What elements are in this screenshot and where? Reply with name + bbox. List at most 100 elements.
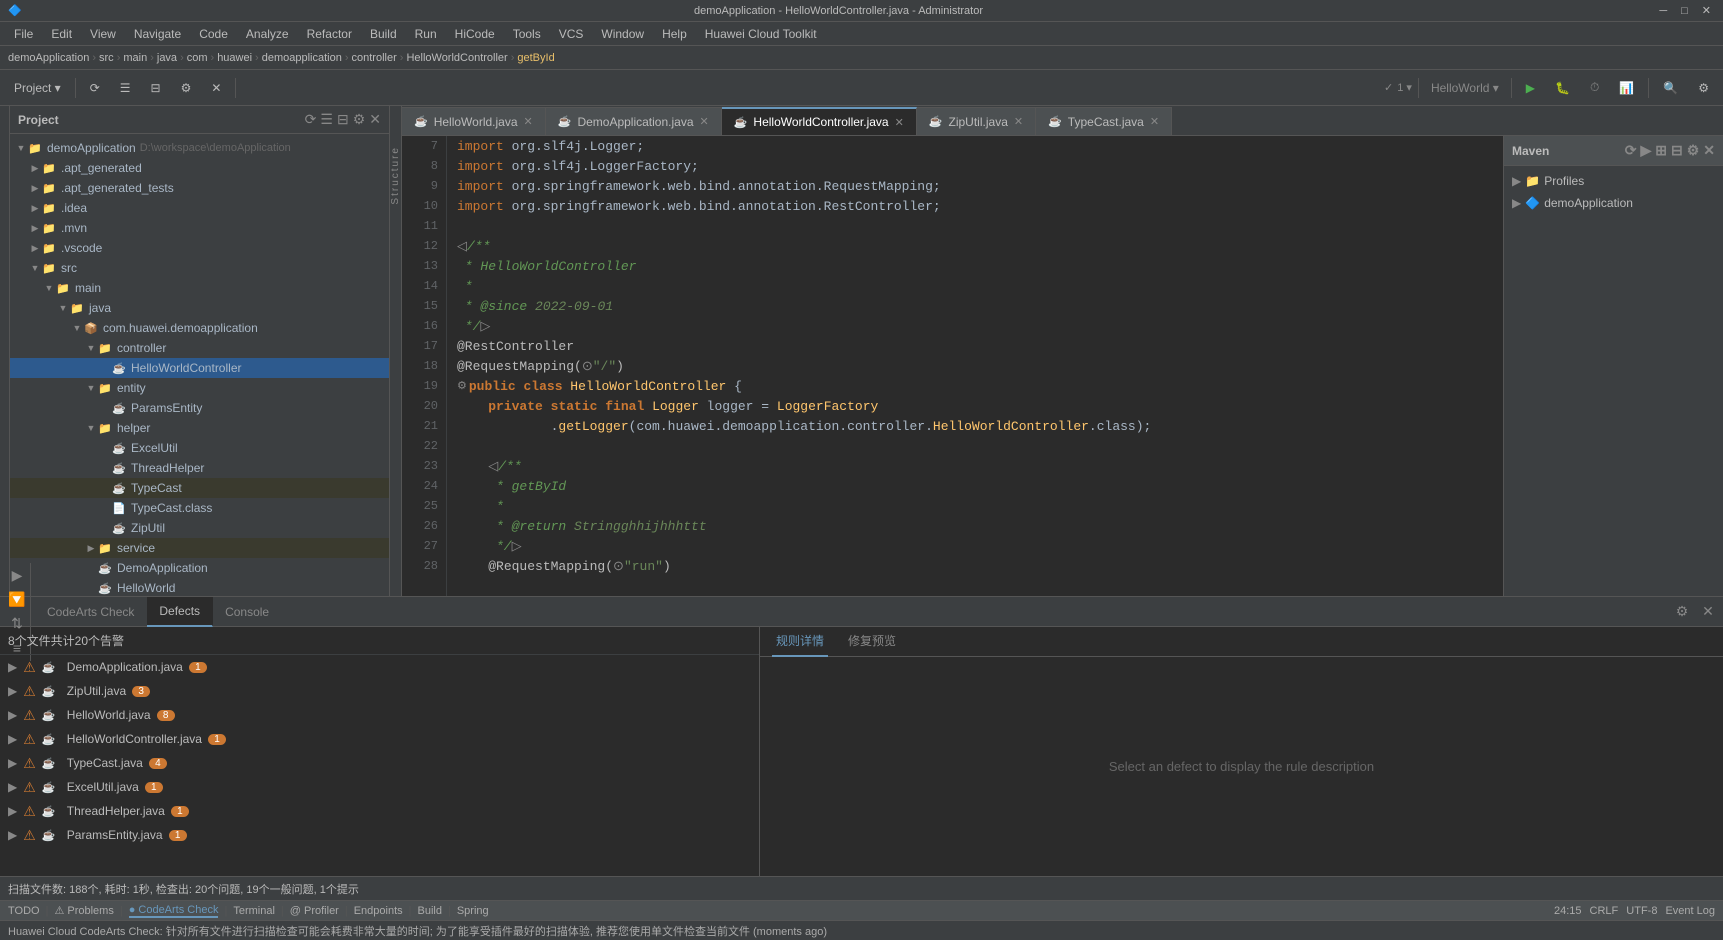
menu-hicode[interactable]: HiCode <box>447 25 503 43</box>
tab-close-zu[interactable]: ✕ <box>1014 115 1023 128</box>
menu-help[interactable]: Help <box>654 25 695 43</box>
maven-demoapplication[interactable]: ▶ 🔷 demoApplication <box>1504 192 1723 214</box>
bottom-tab-defects[interactable]: Defects <box>147 597 213 627</box>
defect-group-zip[interactable]: ▶ ⚠ ☕ ZipUtil.java 3 <box>0 679 759 703</box>
tab-close-hwc[interactable]: ✕ <box>895 116 904 129</box>
maven-close-btn[interactable]: ✕ <box>1703 142 1715 159</box>
tab-typecast[interactable]: ☕ TypeCast.java ✕ <box>1036 107 1172 135</box>
tree-item-ziputil[interactable]: ☕ ZipUtil <box>10 518 389 538</box>
tree-item-src[interactable]: ▼ 📁 src <box>10 258 389 278</box>
status-event-log[interactable]: Event Log <box>1665 905 1715 917</box>
tree-item-vscode[interactable]: ▶ 📁 .vscode <box>10 238 389 258</box>
tab-close-da[interactable]: ✕ <box>700 115 709 128</box>
menu-build[interactable]: Build <box>362 25 405 43</box>
status-tab-todo[interactable]: TODO <box>8 905 40 917</box>
menu-code[interactable]: Code <box>191 25 236 43</box>
breadcrumb-main[interactable]: main <box>123 52 147 64</box>
menu-tools[interactable]: Tools <box>505 25 549 43</box>
defect-group-tc[interactable]: ▶ ⚠ ☕ TypeCast.java 4 <box>0 751 759 775</box>
menu-vcs[interactable]: VCS <box>551 25 592 43</box>
tree-item-controller[interactable]: ▼ 📁 controller <box>10 338 389 358</box>
defect-group-hw[interactable]: ▶ ⚠ ☕ HelloWorld.java 8 <box>0 703 759 727</box>
toolbar-settings-btn[interactable]: ⚙ <box>173 75 200 101</box>
tab-close-tc[interactable]: ✕ <box>1150 115 1159 128</box>
close-btn[interactable]: ✕ <box>1698 4 1715 17</box>
menu-run[interactable]: Run <box>407 25 445 43</box>
rule-tab-fix[interactable]: 修复预览 <box>844 627 900 657</box>
tree-item-main[interactable]: ▼ 📁 main <box>10 278 389 298</box>
minimize-btn[interactable]: ─ <box>1655 5 1671 17</box>
menu-edit[interactable]: Edit <box>43 25 80 43</box>
tree-item-idea[interactable]: ▶ 📁 .idea <box>10 198 389 218</box>
tab-helloworld[interactable]: ☕ HelloWorld.java ✕ <box>402 107 546 135</box>
tree-item-helloworld[interactable]: ☕ HelloWorld <box>10 578 389 596</box>
tree-item-package[interactable]: ▼ 📦 com.huawei.demoapplication <box>10 318 389 338</box>
toolbar-sync-btn[interactable]: ⟳ <box>82 75 108 101</box>
panel-collapse-btn[interactable]: ⊟ <box>337 111 349 128</box>
tree-item-paramsentity[interactable]: ☕ ParamsEntity <box>10 398 389 418</box>
toolbar-filter-btn[interactable]: ☰ <box>112 75 139 101</box>
maven-run-btn[interactable]: ▶ <box>1640 142 1651 159</box>
tree-item-hwcontroller[interactable]: ☕ HelloWorldController <box>10 358 389 378</box>
tree-item-excelutil[interactable]: ☕ ExcelUtil <box>10 438 389 458</box>
menu-analyze[interactable]: Analyze <box>238 25 297 43</box>
tree-item-service[interactable]: ▶ 📁 service <box>10 538 389 558</box>
tree-item-mvn[interactable]: ▶ 📁 .mvn <box>10 218 389 238</box>
bottom-settings-btn[interactable]: ⚙ <box>1671 601 1693 623</box>
status-tab-problems[interactable]: ⚠ Problems <box>54 904 113 917</box>
status-tab-terminal[interactable]: Terminal <box>233 905 275 917</box>
status-tab-codearts[interactable]: ● CodeArts Check <box>129 904 219 918</box>
tab-hwcontroller[interactable]: ☕ HelloWorldController.java ✕ <box>722 107 917 135</box>
toolbar-settings2-btn[interactable]: ⚙ <box>1690 75 1717 101</box>
tab-ziputil[interactable]: ☕ ZipUtil.java ✕ <box>917 107 1036 135</box>
panel-sync-btn[interactable]: ⟳ <box>305 111 317 128</box>
toolbar-project-btn[interactable]: Project ▾ <box>6 75 69 101</box>
menu-refactor[interactable]: Refactor <box>299 25 360 43</box>
tree-item-entity[interactable]: ▼ 📁 entity <box>10 378 389 398</box>
toolbar-debug-btn[interactable]: 🐛 <box>1547 75 1578 101</box>
breadcrumb-getbyid[interactable]: getById <box>517 52 554 64</box>
maven-reload-btn[interactable]: ⟳ <box>1625 142 1637 159</box>
defect-group-eu[interactable]: ▶ ⚠ ☕ ExcelUtil.java 1 <box>0 775 759 799</box>
bottom-filter-btn[interactable]: 🔽 <box>6 589 28 611</box>
breadcrumb-com[interactable]: com <box>187 52 208 64</box>
toolbar-cov-btn[interactable]: 📊 <box>1611 75 1642 101</box>
tree-item-typecast[interactable]: ☕ TypeCast <box>10 478 389 498</box>
breadcrumb-huawei[interactable]: huawei <box>217 52 252 64</box>
defect-group-demo[interactable]: ▶ ⚠ ☕ DemoApplication.java 1 <box>0 655 759 679</box>
status-tab-build[interactable]: Build <box>418 905 442 917</box>
tree-item-root[interactable]: ▼ 📁 demoApplication D:\workspace\demoApp… <box>10 138 389 158</box>
panel-close-btn[interactable]: ✕ <box>369 111 381 128</box>
menu-view[interactable]: View <box>82 25 124 43</box>
menu-window[interactable]: Window <box>593 25 652 43</box>
maven-collapse-btn[interactable]: ⊟ <box>1671 142 1683 159</box>
menu-file[interactable]: File <box>6 25 41 43</box>
bottom-close-panel-btn[interactable]: ✕ <box>1697 601 1719 623</box>
tree-item-java-dir[interactable]: ▼ 📁 java <box>10 298 389 318</box>
maven-expand-btn[interactable]: ⊞ <box>1655 142 1667 159</box>
tree-item-threadhelper[interactable]: ☕ ThreadHelper <box>10 458 389 478</box>
tab-close-hw[interactable]: ✕ <box>524 115 533 128</box>
panel-gear-btn[interactable]: ⚙ <box>353 111 366 128</box>
breadcrumb-controller[interactable]: controller <box>352 52 397 64</box>
menu-huawei[interactable]: Huawei Cloud Toolkit <box>697 25 825 43</box>
panel-filter-btn[interactable]: ☰ <box>320 111 333 128</box>
status-tab-profiler[interactable]: @ Profiler <box>290 905 339 917</box>
bottom-tab-console[interactable]: Console <box>213 597 282 627</box>
tree-item-apt-tests[interactable]: ▶ 📁 .apt_generated_tests <box>10 178 389 198</box>
tree-item-apt[interactable]: ▶ 📁 .apt_generated <box>10 158 389 178</box>
tree-item-helper[interactable]: ▼ 📁 helper <box>10 418 389 438</box>
breadcrumb-demoapplication[interactable]: demoapplication <box>262 52 342 64</box>
menu-navigate[interactable]: Navigate <box>126 25 189 43</box>
toolbar-run-btn[interactable]: ▶ <box>1518 75 1543 101</box>
breadcrumb-java[interactable]: java <box>157 52 177 64</box>
defect-group-hwc[interactable]: ▶ ⚠ ☕ HelloWorldController.java 1 <box>0 727 759 751</box>
tree-item-typecast-class[interactable]: 📄 TypeCast.class <box>10 498 389 518</box>
breadcrumb-demo[interactable]: demoApplication <box>8 52 89 64</box>
toolbar-close-panel-btn[interactable]: ✕ <box>203 75 229 101</box>
toolbar-collapse-btn[interactable]: ⊟ <box>143 75 169 101</box>
tab-demoapplication[interactable]: ☕ DemoApplication.java ✕ <box>546 107 722 135</box>
breadcrumb-src[interactable]: src <box>99 52 114 64</box>
breadcrumb-hwcontroller[interactable]: HelloWorldController <box>406 52 507 64</box>
maven-settings-btn[interactable]: ⚙ <box>1687 142 1700 159</box>
